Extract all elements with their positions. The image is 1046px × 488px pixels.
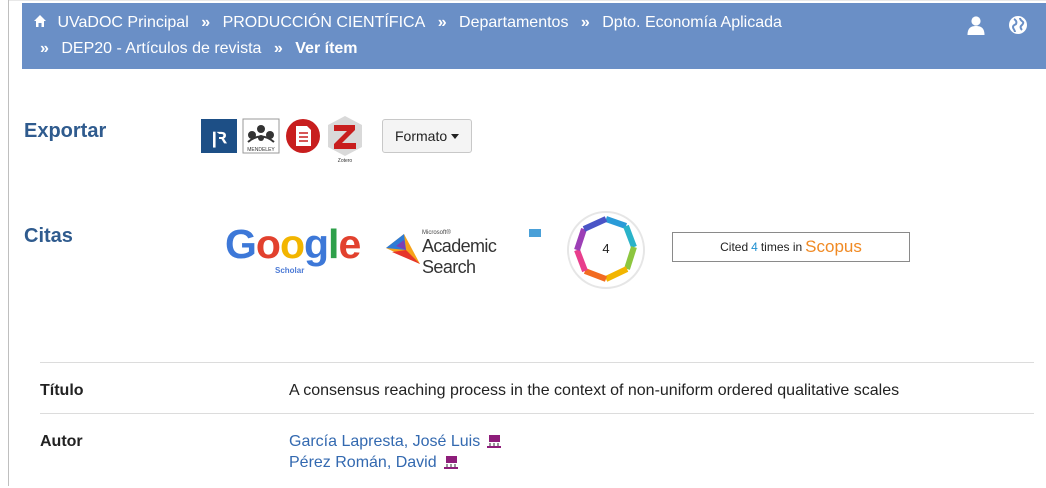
author-link[interactable]: Pérez Román, David <box>289 452 502 473</box>
breadcrumb-item-departamentos[interactable]: Departamentos <box>459 14 568 31</box>
mendeley-icon[interactable]: MENDELEY <box>242 117 280 155</box>
scopus-brand: Scopus <box>805 237 862 256</box>
export-toolbar: ꞁꝛ MENDELEY Zotero Formato <box>200 108 473 164</box>
table-row: Título A consensus reaching process in t… <box>40 362 1034 413</box>
left-rule <box>8 0 9 486</box>
scopus-citation-badge[interactable]: Cited 4 times in Scopus <box>672 232 910 262</box>
top-rule <box>8 0 1046 1</box>
breadcrumb-item-dep20[interactable]: DEP20 - Artículos de revista <box>61 40 261 57</box>
mendeley-caption: MENDELEY <box>247 147 275 153</box>
format-button-label: Formato <box>395 128 448 144</box>
home-icon[interactable] <box>33 14 47 28</box>
author-profile-icon[interactable] <box>486 434 502 449</box>
breadcrumb-item-produccion[interactable]: PRODUCCIÓN CIENTÍFICA <box>223 14 426 31</box>
author-profile-icon[interactable] <box>443 455 459 470</box>
ms-academic-name: Academic Search <box>422 236 497 277</box>
google-scholar-logo: Google <box>225 221 361 267</box>
breadcrumb-bar: UVaDOC Principal » PRODUCCIÓN CIENTÍFICA… <box>22 3 1046 69</box>
scopus-prefix: Cited <box>720 240 749 254</box>
breadcrumb-item-home[interactable]: UVaDOC Principal <box>57 14 188 31</box>
breadcrumb-separator: » <box>437 14 447 31</box>
breadcrumb: UVaDOC Principal » PRODUCCIÓN CIENTÍFICA… <box>33 14 782 32</box>
svg-text:Google: Google <box>225 221 360 267</box>
altmetric-score: 4 <box>602 241 610 256</box>
ms-academic-logo-icon <box>386 234 420 264</box>
pdf-export-icon[interactable] <box>284 117 322 155</box>
author-key: Autor <box>40 433 83 450</box>
altmetric-badge[interactable]: 4 <box>564 209 648 291</box>
citations-label: Citas <box>24 225 73 247</box>
scopus-middle: times in <box>760 240 803 254</box>
svg-text:ꞁꝛ: ꞁꝛ <box>211 126 227 148</box>
breadcrumb-separator: » <box>201 14 211 31</box>
user-icon[interactable] <box>966 15 986 35</box>
breadcrumb-separator: » <box>273 40 283 57</box>
breadcrumb-row-2: » DEP20 - Artículos de revista » Ver íte… <box>40 40 358 58</box>
title-value: A consensus reaching process in the cont… <box>289 382 900 399</box>
author-name: Pérez Román, David <box>289 453 437 471</box>
author-link[interactable]: García Lapresta, José Luis <box>289 431 502 452</box>
scopus-count: 4 <box>751 240 758 254</box>
ms-academic-link[interactable]: Microsoft® Academic Search <box>384 226 546 277</box>
google-scholar-caption: Scholar <box>275 266 305 275</box>
bar-icons <box>966 15 1028 35</box>
breadcrumb-current: Ver ítem <box>295 40 358 57</box>
google-scholar-link[interactable]: Google Scholar <box>225 220 361 275</box>
caret-down-icon <box>451 133 460 139</box>
export-label: Exportar <box>24 120 107 142</box>
refworks-icon[interactable]: ꞁꝛ <box>200 117 238 155</box>
breadcrumb-separator: » <box>580 14 590 31</box>
breadcrumb-item-dpto[interactable]: Dpto. Economía Aplicada <box>602 14 782 31</box>
author-name: García Lapresta, José Luis <box>289 432 481 450</box>
globe-icon[interactable] <box>1008 15 1028 35</box>
zotero-icon[interactable]: Zotero <box>326 116 364 164</box>
title-key: Título <box>40 382 84 399</box>
table-row: Autor García Lapresta, José Luis Pérez R… <box>40 413 1034 488</box>
item-metadata-table: Título A consensus reaching process in t… <box>40 362 1034 488</box>
format-dropdown-button[interactable]: Formato <box>382 119 473 153</box>
author-list: García Lapresta, José Luis Pérez Román, … <box>289 431 502 473</box>
ms-academic-beta-tag <box>529 229 541 237</box>
zotero-caption: Zotero <box>338 158 353 164</box>
breadcrumb-separator: » <box>40 40 49 57</box>
